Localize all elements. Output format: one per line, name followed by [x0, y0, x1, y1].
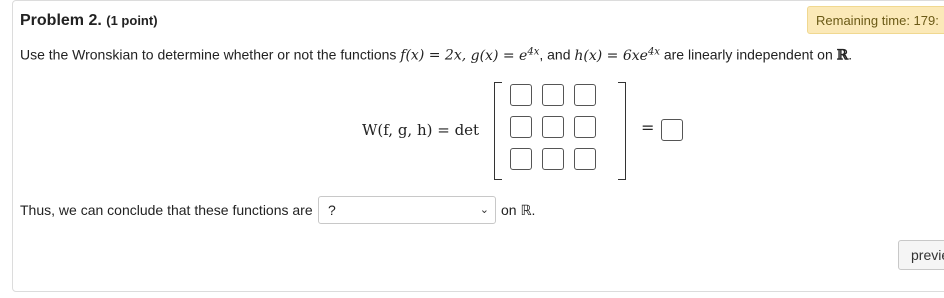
- problem-title: Problem 2. (1 point): [20, 12, 158, 30]
- function-g: g(x) = e4x: [466, 46, 540, 64]
- statement-and: , and: [539, 46, 575, 63]
- chevron-down-icon: ⌄: [479, 204, 489, 216]
- problem-number: Problem 2.: [20, 12, 102, 29]
- matrix-cell-2-3[interactable]: [574, 116, 596, 138]
- matrix-cell-1-1[interactable]: [510, 84, 532, 106]
- determinant-result-input[interactable]: [661, 119, 683, 141]
- matrix-cell-1-3[interactable]: [574, 84, 596, 106]
- function-h: h(x) = 6xe4x: [574, 46, 660, 64]
- equals-sign: =: [641, 118, 655, 137]
- wronskian-label: W(f, g, h) = det: [362, 121, 480, 139]
- conclusion-text: Thus, we can conclude that these functio…: [20, 202, 313, 218]
- statement-intro: Use the Wronskian to determine whether o…: [20, 46, 401, 63]
- matrix-right-bracket: [618, 82, 626, 180]
- statement-period: .: [848, 46, 853, 63]
- preview-button[interactable]: previe: [898, 240, 944, 270]
- select-value: ?: [328, 202, 336, 218]
- matrix-left-bracket: [494, 82, 502, 180]
- independence-select[interactable]: ? ⌄: [318, 196, 496, 224]
- reals-symbol: ℝ: [836, 47, 849, 64]
- conclusion-suffix: on ℝ.: [501, 202, 536, 218]
- matrix-cell-3-3[interactable]: [574, 148, 596, 170]
- matrix-cell-3-2[interactable]: [542, 148, 564, 170]
- matrix-cell-1-2[interactable]: [542, 84, 564, 106]
- problem-panel: [12, 0, 944, 292]
- matrix-cell-2-1[interactable]: [510, 116, 532, 138]
- matrix-cell-3-1[interactable]: [510, 148, 532, 170]
- wronskian-matrix: [510, 84, 596, 170]
- remaining-time-badge: Remaining time: 179:: [807, 6, 944, 34]
- statement-tail: are linearly independent on: [659, 46, 837, 63]
- problem-points: (1 point): [106, 13, 158, 28]
- function-f: f(x) = 2x,: [400, 47, 467, 64]
- matrix-cell-2-2[interactable]: [542, 116, 564, 138]
- problem-statement: Use the Wronskian to determine whether o…: [20, 46, 852, 64]
